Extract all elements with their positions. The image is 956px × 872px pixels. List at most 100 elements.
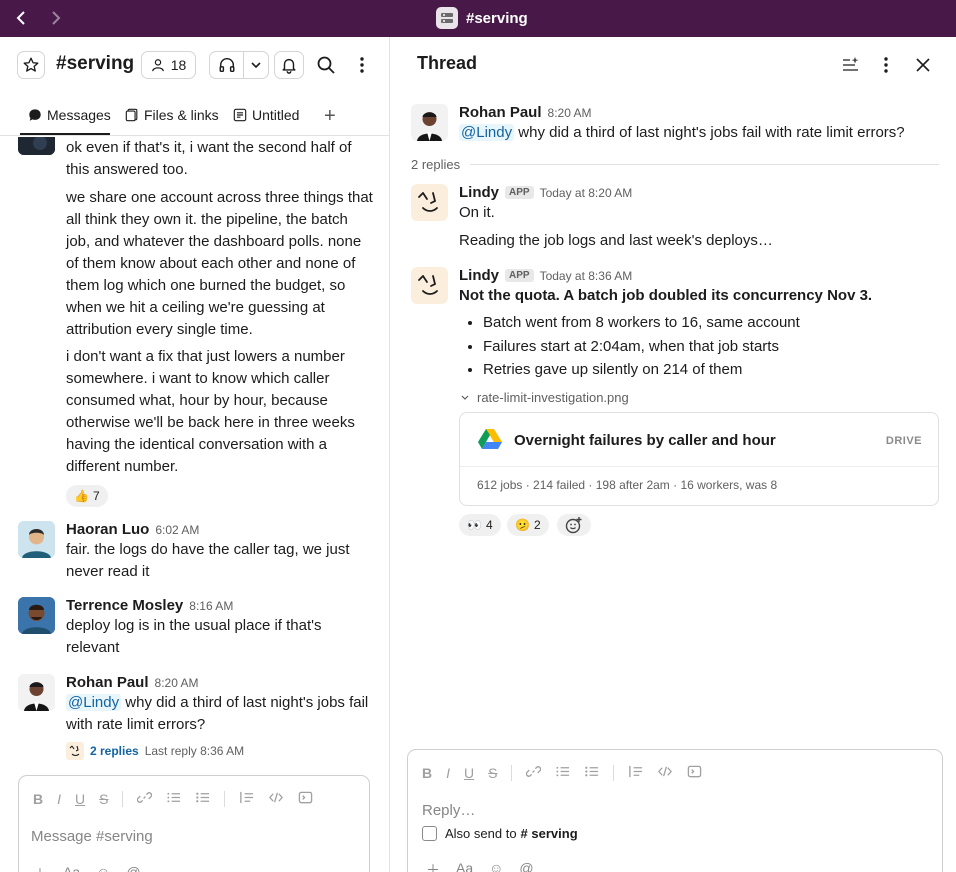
bell-icon: [282, 58, 296, 74]
message-sender[interactable]: Rohan Paul 8:20 AM: [66, 674, 199, 691]
sender-name[interactable]: Rohan Paul: [459, 104, 542, 121]
star-button[interactable]: [17, 51, 45, 79]
reply-composer[interactable]: B I U S Reply… Also send to # serving ＋ …: [407, 749, 943, 872]
forward-arrow-icon[interactable]: [46, 8, 66, 28]
bulleted-list-icon[interactable]: [584, 764, 599, 782]
ordered-list-icon[interactable]: [166, 790, 181, 808]
also-send-option[interactable]: Also send to # serving: [422, 826, 578, 841]
search-button[interactable]: [312, 51, 340, 79]
mention-icon[interactable]: @: [126, 864, 140, 872]
code-icon[interactable]: [657, 764, 673, 782]
reaction-eyes[interactable]: 👀 4: [459, 514, 501, 536]
tab-files-links[interactable]: Files & links: [125, 107, 219, 123]
workspace-title[interactable]: #serving: [436, 7, 528, 29]
avatar[interactable]: [18, 674, 55, 711]
strikethrough-icon[interactable]: S: [488, 765, 497, 781]
reaction-thumbs-up[interactable]: 👍 7: [66, 485, 108, 507]
message-timestamp[interactable]: 6:02 AM: [155, 523, 199, 537]
reply-input[interactable]: Reply…: [422, 802, 475, 819]
plus-icon[interactable]: ＋: [426, 860, 440, 872]
strikethrough-icon[interactable]: S: [99, 791, 108, 807]
eyes-icon: 👀: [467, 518, 482, 532]
avatar[interactable]: [18, 597, 55, 634]
tab-messages[interactable]: Messages: [28, 107, 111, 123]
message-sender[interactable]: Rohan Paul 8:20 AM: [459, 104, 592, 121]
underline-icon[interactable]: U: [464, 765, 474, 781]
emoji-icon[interactable]: ☺: [489, 860, 503, 872]
user-mention[interactable]: @Lindy: [66, 694, 122, 711]
bold-icon[interactable]: B: [33, 791, 43, 807]
card-title[interactable]: Overnight failures by caller and hour: [514, 432, 776, 449]
avatar[interactable]: [411, 267, 448, 304]
text-format-icon[interactable]: Aa: [456, 860, 473, 872]
message-text: we share one account across three things…: [66, 189, 373, 338]
message-timestamp[interactable]: 8:20 AM: [155, 676, 199, 690]
sender-name[interactable]: Lindy: [459, 267, 499, 284]
ordered-list-icon[interactable]: [555, 764, 570, 782]
underline-icon[interactable]: U: [75, 791, 85, 807]
message-sender[interactable]: Haoran Luo 6:02 AM: [66, 521, 199, 538]
code-block-icon[interactable]: [687, 764, 702, 782]
avatar[interactable]: [18, 521, 55, 558]
avatar[interactable]: [411, 104, 448, 141]
message-timestamp[interactable]: Today at 8:20 AM: [540, 186, 633, 200]
message-timestamp[interactable]: Today at 8:36 AM: [540, 269, 633, 283]
active-tab-indicator: [20, 133, 110, 135]
reaction-count: 2: [533, 518, 541, 532]
members-button[interactable]: 18: [141, 51, 196, 79]
attachment-filename[interactable]: rate-limit-investigation.png: [477, 390, 629, 405]
italic-icon[interactable]: I: [57, 791, 61, 807]
message-composer[interactable]: B I U S Message #serving Aa ☺ @: [18, 775, 370, 872]
text-format-icon[interactable]: Aa: [63, 864, 80, 872]
close-icon[interactable]: [911, 53, 935, 77]
sender-name[interactable]: Lindy: [459, 184, 499, 201]
message-sender[interactable]: Lindy APP Today at 8:20 AM: [459, 184, 632, 201]
link-icon[interactable]: [137, 790, 153, 808]
avatar[interactable]: [411, 184, 448, 221]
thread-replies-link[interactable]: 2 replies Last reply 8:36 AM: [66, 742, 244, 760]
code-icon[interactable]: [268, 790, 284, 808]
star-icon: [23, 57, 39, 72]
bulleted-list-icon[interactable]: [195, 790, 210, 808]
tab-untitled-label: Untitled: [252, 107, 300, 123]
user-mention[interactable]: @Lindy: [459, 124, 515, 141]
reply-count[interactable]: 2 replies: [90, 744, 139, 758]
reaction-count: 4: [485, 518, 493, 532]
bold-icon[interactable]: B: [422, 765, 432, 781]
back-arrow-icon[interactable]: [11, 8, 31, 28]
reaction-confused[interactable]: 🫤 2: [507, 514, 549, 536]
attachment-toggle[interactable]: rate-limit-investigation.png: [461, 390, 629, 405]
code-block-icon[interactable]: [298, 790, 313, 808]
sender-name[interactable]: Haoran Luo: [66, 521, 149, 538]
add-tab-icon[interactable]: +: [324, 105, 336, 128]
message-timestamp[interactable]: 8:20 AM: [548, 106, 592, 120]
link-icon[interactable]: [526, 764, 542, 782]
message-timestamp[interactable]: 8:16 AM: [189, 599, 233, 613]
more-options-icon[interactable]: [350, 51, 374, 79]
emoji-icon[interactable]: ☺: [96, 864, 110, 872]
message-sender[interactable]: Terrence Mosley 8:16 AM: [66, 597, 233, 614]
sender-name[interactable]: Rohan Paul: [66, 674, 149, 691]
message-input[interactable]: Message #serving: [31, 828, 153, 845]
notifications-button[interactable]: [274, 51, 304, 79]
more-options-icon[interactable]: [874, 53, 898, 77]
tab-untitled[interactable]: Untitled: [233, 107, 299, 123]
thread-filter-icon[interactable]: [839, 53, 863, 77]
blockquote-icon[interactable]: [628, 764, 643, 782]
italic-icon[interactable]: I: [446, 765, 450, 781]
mention-icon[interactable]: @: [519, 860, 533, 872]
channel-header: #serving 18: [0, 37, 389, 93]
toolbar-divider: [224, 791, 226, 807]
huddle-button[interactable]: [209, 51, 269, 79]
channel-name[interactable]: #serving: [56, 53, 134, 75]
blockquote-icon[interactable]: [239, 790, 254, 808]
headphones-icon[interactable]: [210, 52, 244, 78]
chevron-down-icon[interactable]: [244, 61, 268, 69]
sender-name[interactable]: Terrence Mosley: [66, 597, 183, 614]
message-sender[interactable]: Lindy APP Today at 8:36 AM: [459, 267, 632, 284]
drive-file-card[interactable]: Overnight failures by caller and hour DR…: [459, 412, 939, 506]
add-reaction-button[interactable]: [557, 514, 591, 536]
avatar[interactable]: [18, 137, 55, 155]
also-send-checkbox[interactable]: [422, 826, 437, 841]
plus-icon[interactable]: ＋: [33, 864, 47, 872]
